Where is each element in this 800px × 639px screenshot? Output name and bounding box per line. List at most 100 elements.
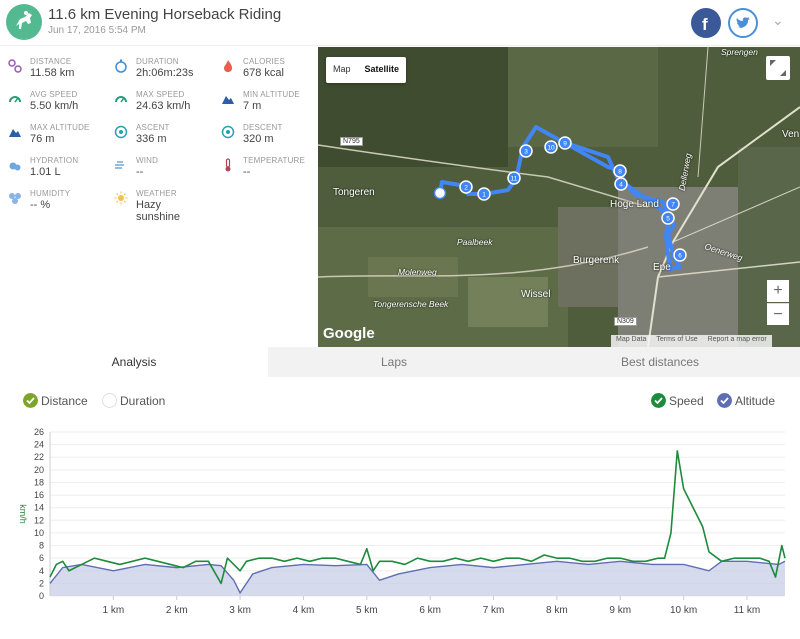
start-marker[interactable] xyxy=(433,186,447,200)
analysis-tabs: Analysis Laps Best distances xyxy=(0,347,800,377)
report-error-link[interactable]: Report a map error xyxy=(703,335,772,347)
y-tick-label: 22 xyxy=(34,452,44,462)
stat-distance: DISTANCE 11.58 km xyxy=(8,57,108,89)
twitter-share-button[interactable] xyxy=(728,8,758,38)
stat-value: Hazy sunshine xyxy=(136,199,181,223)
route-marker-label: 6 xyxy=(678,253,682,260)
svg-text:f: f xyxy=(702,15,708,34)
stat-value: -- % xyxy=(30,199,51,211)
map-label: Hoge Land xyxy=(610,199,659,210)
stat-value: 7 m xyxy=(243,100,262,112)
fullscreen-icon xyxy=(770,60,786,76)
stat-label: DESCENT xyxy=(243,123,283,132)
map-footer: Map Data Terms of Use Report a map error xyxy=(611,335,772,347)
stat-min-altitude: MIN ALTITUDE 7 m xyxy=(221,90,321,122)
stat-temperature: TEMPERATURE -- xyxy=(221,156,321,188)
x-tick-label: 11 km xyxy=(734,605,761,616)
y-tick-label: 20 xyxy=(34,465,44,475)
stat-ascent: ASCENT 336 m xyxy=(114,123,214,155)
stat-value: 336 m xyxy=(136,133,167,145)
zoom-in-button[interactable]: + xyxy=(767,280,789,302)
speed-line xyxy=(49,450,786,585)
map-label: Paalbeek xyxy=(457,237,493,247)
y-tick-label: 12 xyxy=(34,515,44,525)
stat-value: 24.63 km/h xyxy=(136,100,191,112)
water-drops-icon xyxy=(9,162,21,171)
route-map[interactable]: 1 2 3 4 5 6 7 8 9 10 11 Tongeren Paalbeek Molenweg… xyxy=(318,47,800,347)
flame-icon xyxy=(224,60,232,72)
y-tick-label: 6 xyxy=(39,553,44,563)
route-marker-label: 2 xyxy=(464,185,468,192)
stat-calories: CALORIES 678 kcal xyxy=(221,57,321,89)
zoom-out-button[interactable]: − xyxy=(767,303,789,325)
stat-label: AVG SPEED xyxy=(30,90,78,99)
tab-best-distances[interactable]: Best distances xyxy=(520,347,800,377)
y-tick-label: 0 xyxy=(39,591,44,601)
stat-label: DURATION xyxy=(136,57,179,66)
horseback-riding-icon xyxy=(6,4,42,40)
stat-value: 11.58 km xyxy=(30,67,75,79)
terms-link[interactable]: Terms of Use xyxy=(651,335,702,347)
stat-max-speed: MAX SPEED 24.63 km/h xyxy=(114,90,214,122)
speedometer-icon xyxy=(9,96,21,103)
stat-value: 320 m xyxy=(243,133,274,145)
thermometer-icon xyxy=(225,158,231,172)
wind-icon xyxy=(115,161,124,169)
stat-label: DISTANCE xyxy=(30,57,72,66)
route-marker-label: 5 xyxy=(666,216,670,223)
speed-altitude-chart[interactable]: 02468101214161820222426km/h1 km 2 km 3 km 4… xyxy=(0,377,800,639)
map-data-link[interactable]: Map Data xyxy=(611,335,651,347)
stat-value: 2h:06m:23s xyxy=(136,67,194,79)
stat-descent: DESCENT 320 m xyxy=(221,123,321,155)
x-tick-label: 9 km xyxy=(609,605,631,616)
route-marker-label: 3 xyxy=(524,149,528,156)
stat-label: ASCENT xyxy=(136,123,170,132)
y-tick-label: 14 xyxy=(34,503,44,513)
weather-sun-icon xyxy=(114,191,128,205)
y-tick-label: 24 xyxy=(34,440,44,450)
tab-laps[interactable]: Laps xyxy=(268,347,520,377)
analysis-panel: Distance Duration Speed Altitude 0 2 4 6 8 10… xyxy=(0,377,800,639)
tab-analysis[interactable]: Analysis xyxy=(0,347,268,377)
road-badge: N309 xyxy=(614,317,637,326)
mountain-icon xyxy=(9,129,21,137)
stat-hydration: HYDRATION 1.01 L xyxy=(8,156,108,188)
activity-date: Jun 17, 2016 5:54 PM xyxy=(48,25,146,36)
y-tick-label: 2 xyxy=(39,578,44,588)
x-tick-label: 8 km xyxy=(546,605,568,616)
stat-weather: WEATHER Hazy sunshine xyxy=(114,189,214,223)
facebook-icon: f xyxy=(702,15,708,34)
stat-value: -- xyxy=(136,166,144,178)
map-label: Epe xyxy=(653,262,671,273)
speedometer-icon xyxy=(115,96,127,103)
stopwatch-icon xyxy=(115,59,127,73)
distance-icon xyxy=(8,59,22,73)
stat-value: 1.01 L xyxy=(30,166,61,178)
stat-value: -- xyxy=(243,166,251,178)
route-marker-label: 7 xyxy=(671,202,675,209)
facebook-share-button[interactable]: f xyxy=(691,8,721,38)
x-tick-label: 6 km xyxy=(419,605,441,616)
map-label: Tongerensche Beek xyxy=(373,299,449,309)
route-marker-label: 4 xyxy=(619,182,623,189)
x-tick-label: 7 km xyxy=(483,605,505,616)
route-marker-label: 1 xyxy=(482,192,486,199)
y-axis-label: km/h xyxy=(18,504,28,524)
chevron-down-icon[interactable]: ⌄ xyxy=(772,12,784,29)
y-tick-label: 4 xyxy=(39,566,44,576)
fullscreen-button[interactable] xyxy=(766,56,790,80)
map-type-map-button[interactable]: Map xyxy=(326,57,358,83)
stat-label: TEMPERATURE xyxy=(243,156,306,165)
x-tick-label: 1 km xyxy=(103,605,125,616)
road-badge: N795 xyxy=(340,137,363,146)
stat-humidity: HUMIDITY -- % xyxy=(8,189,108,221)
map-label: Tongeren xyxy=(333,187,375,198)
x-tick-label: 5 km xyxy=(356,605,378,616)
humidity-icon xyxy=(9,193,21,204)
route-marker-label: 9 xyxy=(563,141,567,148)
map-type-satellite-button[interactable]: Satellite xyxy=(358,57,407,83)
y-tick-label: 16 xyxy=(34,490,44,500)
stat-duration: DURATION 2h:06m:23s xyxy=(114,57,214,89)
map-label: Molenweg xyxy=(398,267,437,277)
mountain-icon xyxy=(222,96,234,104)
